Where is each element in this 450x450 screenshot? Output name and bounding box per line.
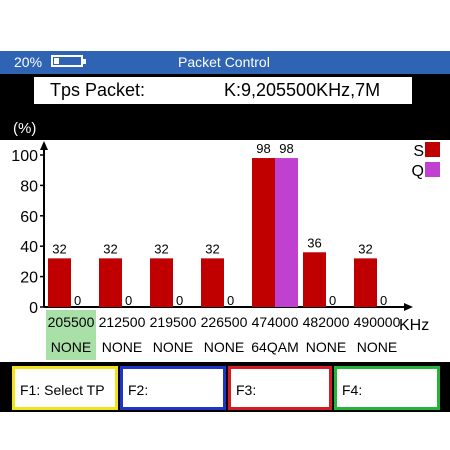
battery-level-fill: [54, 58, 59, 64]
bar-q-value-label: 0: [329, 293, 336, 308]
modulation-label: 64QAM: [251, 339, 298, 355]
bar-s: [201, 258, 224, 307]
bar-s: [303, 252, 326, 307]
function-key-bar: F1: Select TP F2: F3: F4:: [0, 364, 450, 412]
bar-s-value-label: 98: [256, 141, 270, 156]
bar-q-value-label: 0: [176, 293, 183, 308]
bar-s-value-label: 32: [205, 241, 219, 256]
legend-label-s: S: [413, 143, 424, 160]
y-tick-label: 20: [20, 270, 38, 287]
y-tick-label: 100: [11, 148, 38, 165]
battery-icon: [51, 55, 86, 67]
y-tick-label: 0: [29, 300, 38, 317]
x-category-label: 474000: [252, 314, 299, 330]
bar-s: [252, 158, 275, 307]
y-tick-label: 40: [20, 239, 38, 256]
f2-label: F2:: [128, 382, 149, 398]
y-tick-label: 80: [20, 178, 38, 195]
f1-select-tp-button[interactable]: F1: Select TP: [12, 366, 118, 410]
bar-s-value-label: 32: [358, 241, 372, 256]
status-bar: 20% Packet Control: [0, 51, 450, 74]
x-category-label: 219500: [150, 314, 197, 330]
modulation-label: NONE: [153, 339, 193, 355]
f4-button[interactable]: F4:: [334, 366, 440, 410]
f2-button[interactable]: F2:: [120, 366, 226, 410]
bar-s: [99, 258, 122, 307]
bar-s-value-label: 32: [154, 241, 168, 256]
tps-packet-label: Tps Packet:: [50, 80, 146, 100]
bar-s: [354, 258, 377, 307]
bar-q-value-label: 0: [380, 293, 387, 308]
legend-label-q: Q: [412, 163, 424, 180]
x-category-label: 482000: [303, 314, 350, 330]
x-category-label: 212500: [99, 314, 146, 330]
x-axis-label: KHz: [399, 317, 429, 334]
f3-label: F3:: [236, 382, 257, 398]
screen-title: Packet Control: [178, 54, 270, 70]
bar-q-value-label: 0: [125, 293, 132, 308]
bar-s: [150, 258, 173, 307]
bar-q: [275, 158, 298, 307]
bar-q-value-label: 0: [227, 293, 234, 308]
bar-s-value-label: 36: [307, 235, 321, 250]
legend-swatch-s: [425, 142, 440, 157]
modulation-label: NONE: [306, 339, 346, 355]
y-axis-label: (%): [13, 120, 36, 137]
bar-s-value-label: 32: [52, 241, 66, 256]
modulation-label: NONE: [204, 339, 244, 355]
tps-packet-value: K:9,205500KHz,7M: [224, 80, 381, 100]
x-category-label: 226500: [201, 314, 248, 330]
packet-chart: (%) 0 20 40 60 80 100 KHz S Q 32 0 205500 NONE 32 0 2125…: [0, 110, 450, 364]
f3-button[interactable]: F3:: [228, 366, 332, 410]
bar-q-value-label: 0: [74, 293, 81, 308]
info-band: Tps Packet: K:9,205500KHz,7M: [0, 74, 450, 110]
x-category-label: 490000: [354, 314, 401, 330]
modulation-label: NONE: [51, 339, 91, 355]
battery-terminal: [83, 59, 86, 64]
legend-swatch-q: [425, 162, 440, 177]
bar-s: [48, 258, 71, 307]
y-tick-label: 60: [20, 209, 38, 226]
bar-q-value-label: 98: [279, 141, 293, 156]
modulation-label: NONE: [102, 339, 142, 355]
tps-packet-info: Tps Packet: K:9,205500KHz,7M: [34, 77, 412, 104]
packet-chart-svg: (%) 0 20 40 60 80 100 KHz SQ 32 0 205500 NONE 32 0 2125…: [0, 120, 450, 362]
f4-label: F4:: [342, 382, 363, 398]
bar-s-value-label: 32: [103, 241, 117, 256]
x-category-label: 205500: [48, 314, 95, 330]
f1-label: F1: Select TP: [20, 382, 105, 398]
modulation-label: NONE: [357, 339, 397, 355]
battery-percent: 20%: [14, 54, 43, 70]
